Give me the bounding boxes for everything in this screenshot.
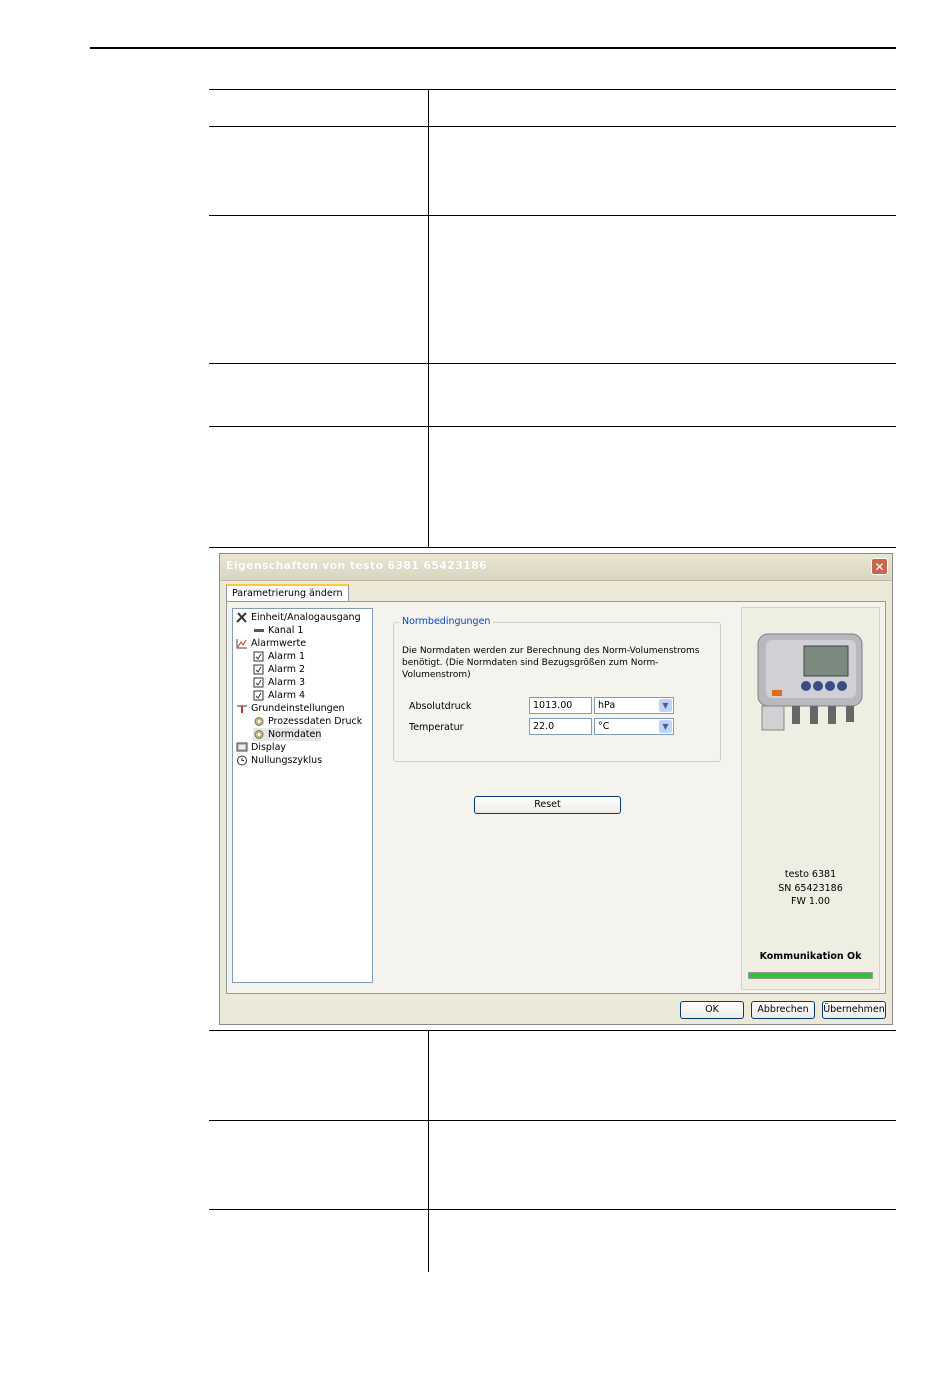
tree-item-nullungszyklus[interactable]: Nullungszyklus	[236, 754, 322, 767]
tree-item-normdaten[interactable]: Normdaten	[253, 728, 322, 741]
alarm-item-icon	[253, 651, 264, 662]
alarm-item-icon	[253, 677, 264, 688]
tree-item-label: Alarm 2	[268, 664, 306, 675]
chevron-down-icon[interactable]: ▼	[659, 720, 672, 733]
table-rule	[209, 126, 896, 127]
group-title: Normbedingungen	[399, 616, 494, 627]
tree-item-label: Alarm 1	[268, 651, 306, 662]
chevron-down-icon[interactable]: ▼	[659, 699, 672, 712]
apply-button[interactable]: Übernehmen	[822, 1001, 886, 1019]
tools-icon	[236, 612, 247, 623]
absolutdruck-input[interactable]: 1013.00	[529, 697, 592, 714]
table-rule	[209, 547, 896, 548]
display-icon	[236, 742, 248, 752]
table-rule	[209, 1030, 896, 1031]
settings-icon	[237, 705, 247, 713]
tree-item-display[interactable]: Display	[236, 741, 286, 754]
communication-status: Kommunikation Ok	[759, 951, 862, 962]
device-serial: SN 65423186	[778, 883, 843, 894]
device-model: testo 6381	[784, 869, 837, 880]
device-panel: testo 6381 SN 65423186 FW 1.00 Kommunika…	[741, 607, 880, 990]
table-rule	[209, 1209, 896, 1210]
device-firmware: FW 1.00	[790, 896, 831, 907]
ok-button[interactable]: OK	[680, 1001, 744, 1019]
table-rule	[209, 215, 896, 216]
gear-icon	[254, 717, 264, 726]
tree-item-kanal-1[interactable]: Kanal 1	[253, 624, 303, 637]
dialog-title: Eigenschaften von testo 6381 65423186	[226, 559, 488, 572]
clock-icon	[237, 755, 247, 766]
tree-item-label: Alarm 3	[268, 677, 306, 688]
table-rule	[209, 426, 896, 427]
alarm-item-icon	[253, 664, 264, 675]
alarm-chart-icon	[236, 639, 247, 649]
cancel-button[interactable]: Abbrechen	[751, 1001, 815, 1019]
tree-item-einheit[interactable]: Einheit/Analogausgang	[236, 611, 361, 624]
device-image	[757, 633, 863, 731]
tree-item-alarm-3[interactable]: Alarm 3	[253, 676, 305, 689]
normdaten-description: Die Normdaten werden zur Berechnung des …	[402, 646, 700, 680]
dialog-titlebar[interactable]: Eigenschaften von testo 6381 65423186 ✕	[220, 554, 892, 581]
pressure-unit-select[interactable]: hPa ▼	[594, 697, 674, 714]
table-column-divider	[428, 1030, 429, 1272]
tree-item-alarm-2[interactable]: Alarm 2	[253, 663, 305, 676]
table-rule	[209, 89, 896, 90]
tab-page: Einheit/Analogausgang Kanal 1 Alarmwerte…	[226, 601, 886, 994]
pressure-unit-value: hPa	[598, 700, 616, 711]
tree-item-label: Normdaten	[268, 729, 322, 740]
normbedingungen-group	[393, 622, 721, 762]
tree-item-label: Nullungszyklus	[251, 755, 323, 766]
communication-progress-bar	[748, 972, 873, 979]
tree-item-label: Kanal 1	[268, 625, 304, 636]
table-column-divider	[428, 89, 429, 548]
table-rule	[209, 1120, 896, 1121]
temperatur-input[interactable]: 22.0	[529, 718, 592, 735]
table-rule	[209, 363, 896, 364]
properties-dialog: Eigenschaften von testo 6381 65423186 ✕ …	[219, 553, 893, 1025]
tree-item-alarm-1[interactable]: Alarm 1	[253, 650, 305, 663]
reset-button[interactable]: Reset	[474, 796, 621, 814]
tree-item-label: Alarmwerte	[251, 638, 307, 649]
temperature-unit-select[interactable]: °C ▼	[594, 718, 674, 735]
channel-icon	[254, 629, 264, 632]
tree-item-alarmwerte[interactable]: Alarmwerte	[236, 637, 306, 650]
alarm-item-icon	[253, 690, 264, 701]
settings-tree[interactable]: Einheit/Analogausgang Kanal 1 Alarmwerte…	[232, 608, 373, 983]
header-rule	[90, 47, 896, 49]
gear-icon	[254, 730, 264, 739]
tree-item-label: Grundeinstellungen	[251, 703, 345, 714]
temperature-unit-value: °C	[598, 721, 610, 732]
temperatur-label: Temperatur	[409, 722, 464, 733]
tree-item-label: Einheit/Analogausgang	[251, 612, 361, 623]
close-button[interactable]: ✕	[871, 558, 888, 575]
absolutdruck-label: Absolutdruck	[409, 701, 472, 712]
tree-item-prozessdaten-druck[interactable]: Prozessdaten Druck	[253, 715, 362, 728]
tree-item-label: Alarm 4	[268, 690, 306, 701]
tree-item-grundeinstellungen[interactable]: Grundeinstellungen	[236, 702, 345, 715]
progress-fill	[749, 973, 872, 978]
tree-item-label: Prozessdaten Druck	[268, 716, 363, 727]
tree-item-alarm-4[interactable]: Alarm 4	[253, 689, 305, 702]
tree-item-label: Display	[251, 742, 287, 753]
